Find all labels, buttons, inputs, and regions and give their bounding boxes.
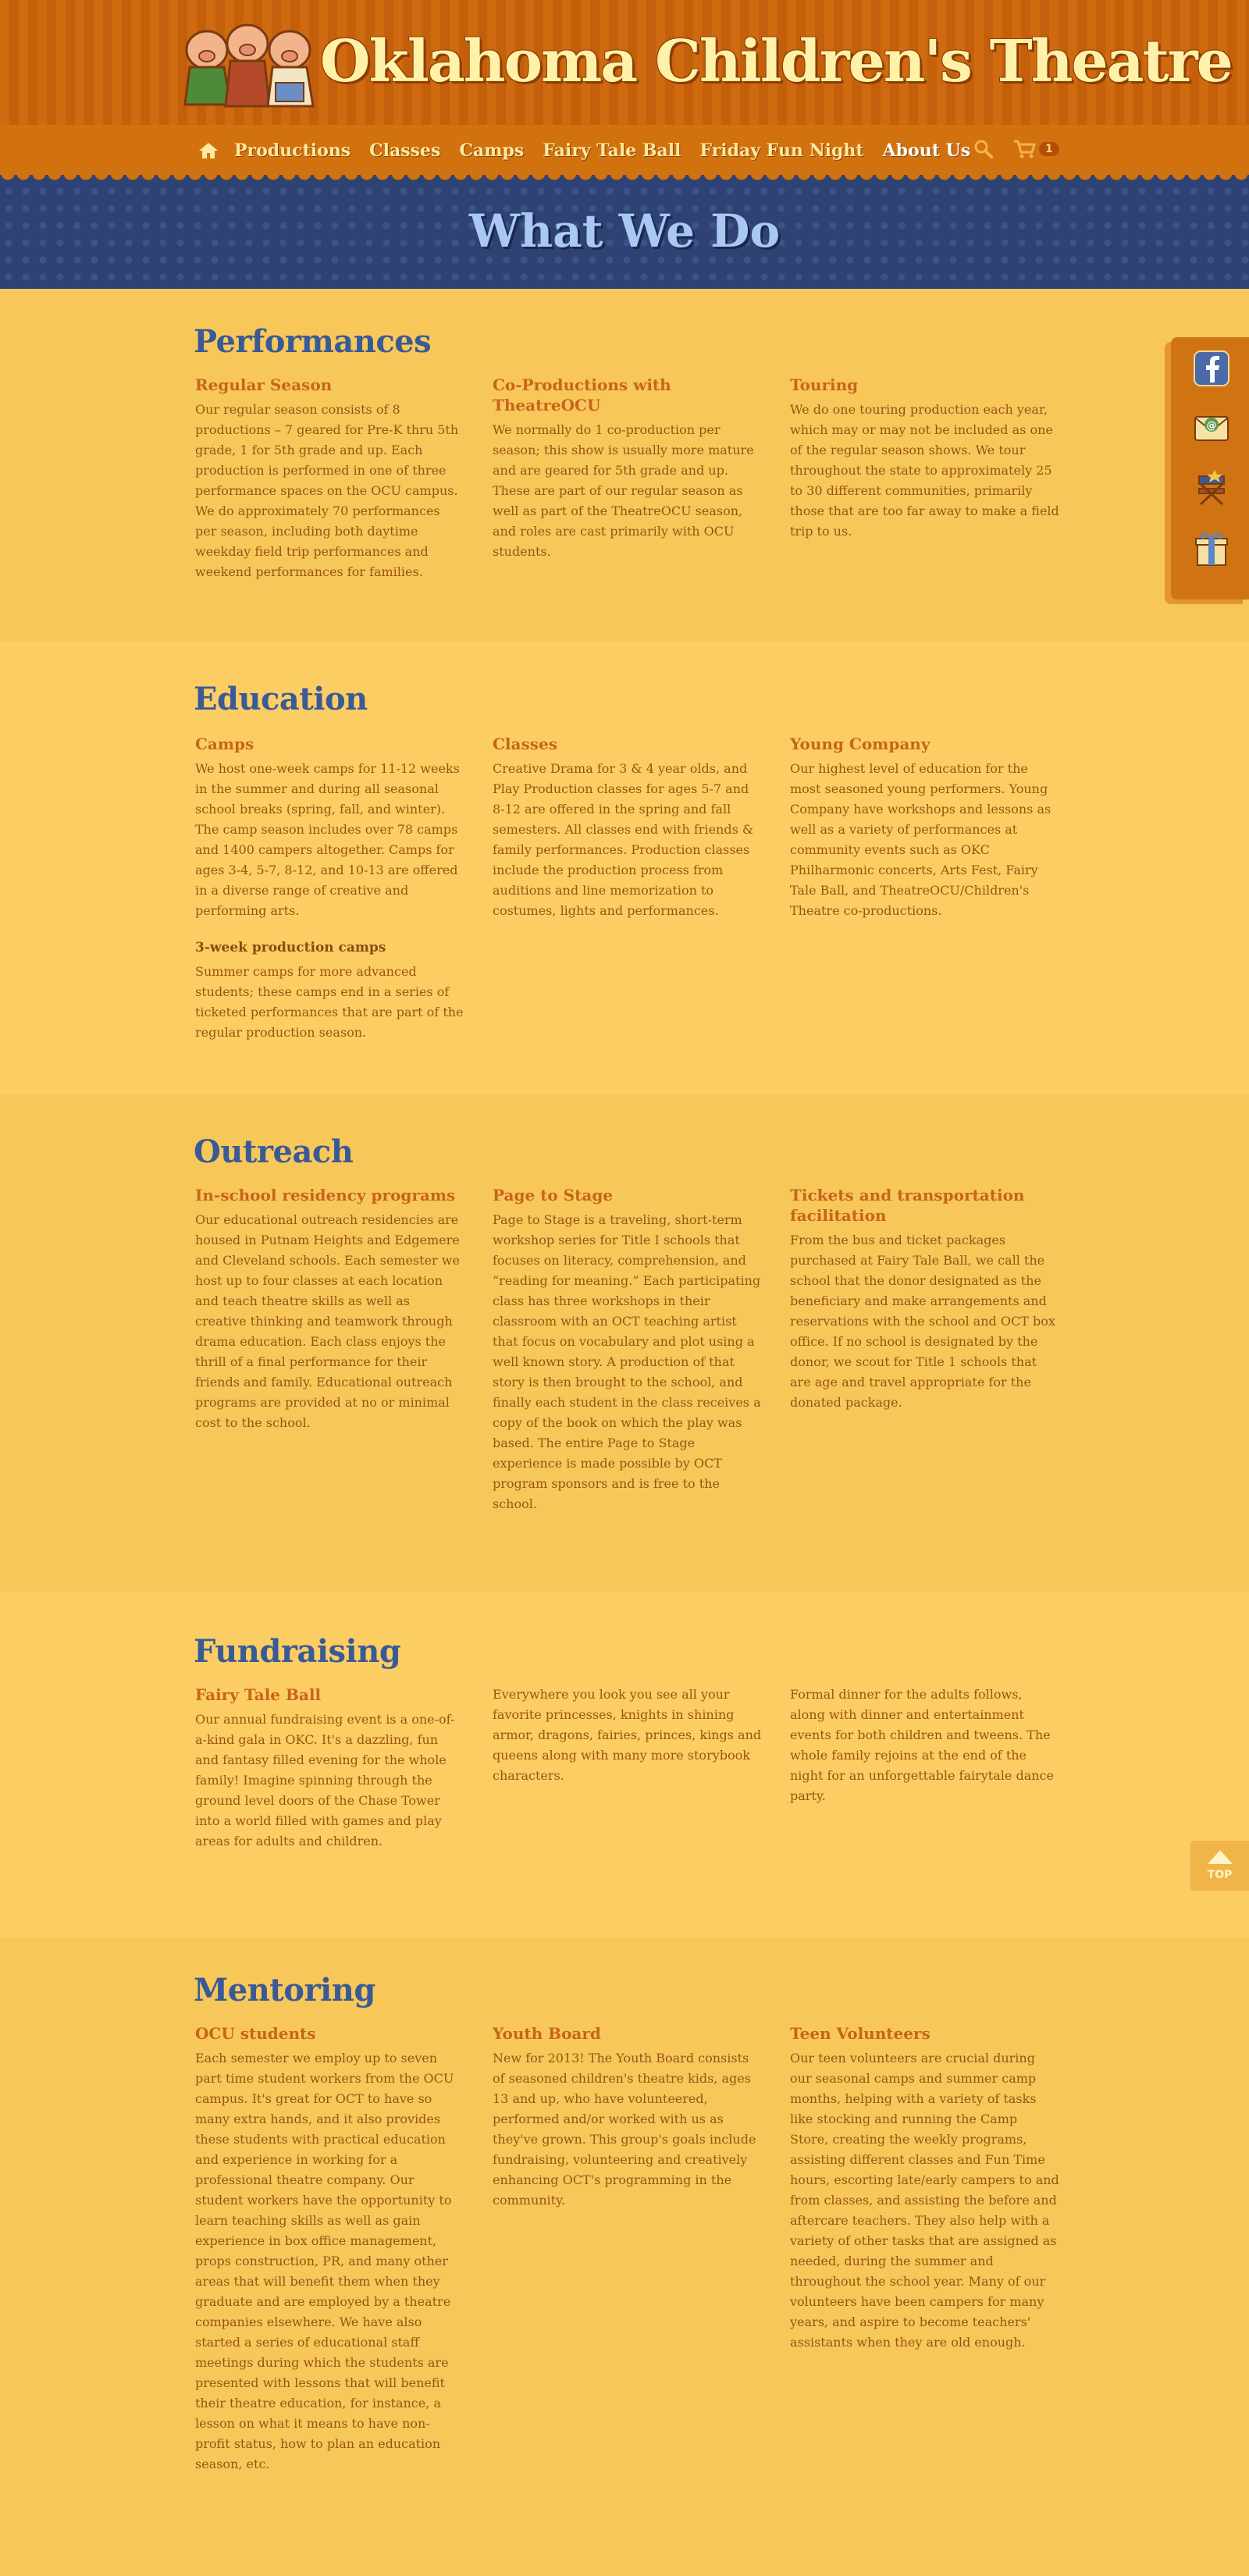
column-page-to-stage: Page to Stage Page to Stage is a traveli… [493,1185,762,1514]
column-young-company: Young Company Our highest level of educa… [790,734,1059,921]
section-title: Education [194,681,368,717]
column-classes: Classes Creative Drama for 3 & 4 year ol… [493,734,762,921]
nav-item-productions[interactable]: Productions [234,141,351,161]
arrow-up-icon [1208,1850,1233,1864]
column-text: Page to Stage is a traveling, short-term… [493,1212,761,1511]
page-title: What We Do [468,205,781,258]
column-text: Formal dinner for the adults follows, al… [790,1687,1054,1803]
page-hero: What We Do [0,183,1249,289]
column-co-productions: Co-Productions with TheatreOCU We normal… [493,375,762,562]
social-sidebar: @ [1171,337,1249,600]
column-heading: Co-Productions with TheatreOCU [493,375,671,415]
nav-item-classes[interactable]: Classes [369,141,440,161]
back-to-top-label: TOP [1207,1869,1233,1881]
column-text: Our annual fundraising event is a one-of… [195,1712,455,1848]
svg-text:@: @ [1207,420,1217,432]
search-icon[interactable] [972,137,995,161]
logo-text: Oklahoma Children's Theatre [320,28,1233,95]
section-title: Outreach [194,1133,354,1170]
nav-tools: 1 [972,137,1059,161]
mascot-pigs-icon [183,23,315,108]
column-heading: Touring [790,375,859,394]
site-header: Oklahoma Children's Theatre [0,0,1249,125]
section-fundraising: Fundraising Fairy Tale Ball Our annual f… [0,1592,1249,1937]
section-performances: Performances Regular Season Our regular … [0,289,1249,642]
cart-count-badge: 1 [1039,142,1059,156]
nav-item-camps[interactable]: Camps [459,141,524,161]
column-camps: Camps We host one-week camps for 11-12 w… [195,734,464,1043]
column-fairy-tale-ball: Fairy Tale Ball Our annual fundraising e… [195,1685,464,1852]
nav-item-about-us[interactable]: About Us [883,141,971,161]
column-regular-season: Regular Season Our regular season consis… [195,375,464,582]
facebook-icon[interactable] [1191,348,1232,389]
column-heading: Camps [195,735,254,753]
section-mentoring: Mentoring OCU students Each semester we … [0,1937,1249,2576]
section-title: Mentoring [194,1972,375,2008]
section-title: Performances [194,323,432,360]
nav-item-friday-fun-night[interactable]: Friday Fun Night [699,141,863,161]
main-nav: Productions Classes Camps Fairy Tale Bal… [197,137,989,164]
column-text: From the bus and ticket packages purchas… [790,1233,1055,1410]
column-text: Our teen volunteers are crucial during o… [790,2051,1059,2350]
column-text: Our highest level of education for the m… [790,761,1052,918]
column-text: Everywhere you look you see all your fav… [493,1687,762,1783]
column-heading: In-school residency programs [195,1186,456,1204]
site-logo[interactable]: Oklahoma Children's Theatre [176,11,1233,120]
column-heading: Classes [493,735,557,753]
email-icon[interactable]: @ [1191,407,1232,448]
column-fundraising-characters: Everywhere you look you see all your fav… [493,1685,762,1786]
nav-item-fairy-tale-ball[interactable]: Fairy Tale Ball [543,141,681,161]
column-heading: Page to Stage [493,1186,614,1204]
column-tickets-transportation: Tickets and transportation facilitation … [790,1185,1059,1413]
column-heading: OCU students [195,2024,316,2043]
column-heading: Fairy Tale Ball [195,1685,322,1704]
column-subtext: Summer camps for more advanced students;… [195,964,464,1040]
column-subheading: 3-week production camps [195,940,386,955]
column-youth-board: Youth Board New for 2013! The Youth Boar… [493,2023,762,2211]
column-text: Creative Drama for 3 & 4 year olds, and … [493,761,754,918]
column-heading: Tickets and transportation facilitation [790,1186,1025,1225]
column-text: New for 2013! The Youth Board consists o… [493,2051,756,2208]
home-icon[interactable] [197,139,220,162]
cart-button[interactable]: 1 [1012,138,1059,160]
column-touring: Touring We do one touring production eac… [790,375,1059,542]
section-title: Fundraising [194,1633,401,1670]
column-text: We normally do 1 co-production per seaso… [493,422,754,559]
section-outreach: Outreach In-school residency programs Ou… [0,1094,1249,1592]
column-fundraising-dinner: Formal dinner for the adults follows, al… [790,1685,1059,1806]
column-teen-volunteers: Teen Volunteers Our teen volunteers are … [790,2023,1059,2353]
column-text: We host one-week camps for 11-12 weeks i… [195,761,460,918]
column-text: Our regular season consists of 8 product… [195,402,459,579]
column-text: Each semester we employ up to seven part… [195,2051,454,2471]
column-heading: Young Company [790,735,931,753]
column-text: Our educational outreach residencies are… [195,1212,460,1430]
gift-icon[interactable] [1191,528,1232,568]
cart-icon [1014,140,1036,158]
nav-scallop-divider [0,175,1249,183]
column-text: We do one touring production each year, … [790,402,1059,539]
column-heading: Teen Volunteers [790,2024,931,2043]
column-ocu-students: OCU students Each semester we employ up … [195,2023,464,2475]
column-heading: Youth Board [493,2024,601,2043]
section-education: Education Camps We host one-week camps f… [0,642,1249,1094]
column-in-school-residency: In-school residency programs Our educati… [195,1185,464,1433]
directors-chair-icon[interactable] [1191,467,1232,507]
back-to-top-button[interactable]: TOP [1190,1841,1249,1891]
column-heading: Regular Season [195,375,333,394]
